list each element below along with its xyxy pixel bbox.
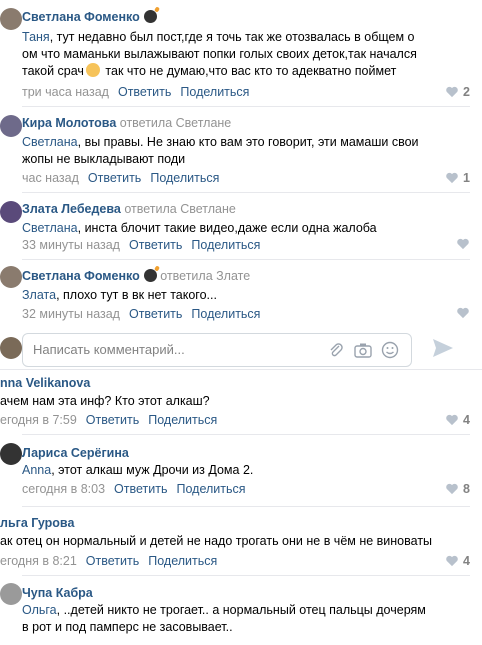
like-button[interactable] <box>456 238 470 250</box>
reply-link[interactable]: Ответить <box>118 85 171 99</box>
comment-text: Ольга, ..детей никто не трогает.. а норм… <box>22 603 426 634</box>
camera-icon[interactable] <box>354 342 372 358</box>
divider <box>0 369 482 370</box>
share-link[interactable]: Поделиться <box>150 171 219 185</box>
comment-time[interactable]: егодня в 7:59 <box>0 413 77 427</box>
comment-author[interactable]: Злата Лебедева ответила Светлане <box>22 202 236 216</box>
comment-author[interactable]: Светлана Фоменко <box>22 10 157 24</box>
comment-author[interactable]: nna Velikanova <box>0 376 90 390</box>
paperclip-icon[interactable] <box>328 342 344 358</box>
replied-to[interactable]: ответила Злате <box>160 269 250 283</box>
comment-author[interactable]: Лариса Серёгина <box>22 446 129 460</box>
divider <box>22 259 470 260</box>
comment-input[interactable]: Написать комментарий... <box>22 333 412 367</box>
comment-author[interactable]: льга Гурова <box>0 516 74 530</box>
heart-icon <box>457 238 469 250</box>
comment-time[interactable]: егодня в 8:21 <box>0 554 77 568</box>
heart-icon <box>446 555 458 567</box>
heart-icon <box>446 483 458 495</box>
like-count: 4 <box>463 554 470 568</box>
comment-meta: 33 минуты назад Ответить Поделиться <box>22 238 260 252</box>
divider <box>22 434 470 435</box>
divider <box>22 506 470 507</box>
like-count: 8 <box>463 482 470 496</box>
comment-author[interactable]: Светлана Фоменко ответила Злате <box>22 269 250 283</box>
reply-link[interactable]: Ответить <box>88 171 141 185</box>
like-count: 2 <box>463 85 470 99</box>
heart-icon <box>446 172 458 184</box>
reply-link[interactable]: Ответить <box>86 413 139 427</box>
comment-time[interactable]: 33 минуты назад <box>22 238 120 252</box>
divider <box>22 575 470 576</box>
reply-link[interactable]: Ответить <box>129 238 182 252</box>
divider <box>22 192 470 193</box>
heart-icon <box>457 307 469 319</box>
comment-meta: егодня в 8:21 Ответить Поделиться <box>0 554 217 568</box>
share-link[interactable]: Поделиться <box>191 238 260 252</box>
divider <box>22 106 470 107</box>
like-count: 4 <box>463 413 470 427</box>
like-button[interactable]: 4 <box>445 413 470 427</box>
comment-text: Светлана, вы правы. Не знаю кто вам это … <box>22 135 419 166</box>
reply-link[interactable]: Ответить <box>114 482 167 496</box>
mention-link[interactable]: Светлана <box>22 135 78 149</box>
mention-link[interactable]: Злата <box>22 288 56 302</box>
mention-link[interactable]: Ольга <box>22 603 57 617</box>
share-link[interactable]: Поделиться <box>191 307 260 321</box>
replied-to[interactable]: ответила Светлане <box>120 116 231 130</box>
avatar[interactable] <box>0 266 22 288</box>
like-count: 1 <box>463 171 470 185</box>
avatar[interactable] <box>0 201 22 223</box>
smile-icon[interactable] <box>381 341 399 359</box>
comment-text: Злата, плохо тут в вк нет такого... <box>22 288 217 302</box>
reply-link[interactable]: Ответить <box>86 554 139 568</box>
reply-link[interactable]: Ответить <box>129 307 182 321</box>
like-button[interactable] <box>456 307 470 319</box>
comment-author[interactable]: Кира Молотова ответила Светлане <box>22 116 231 130</box>
heart-icon <box>446 414 458 426</box>
avatar[interactable] <box>0 8 22 30</box>
my-avatar <box>0 337 22 359</box>
comment-meta: три часа назад Ответить Поделиться <box>22 85 249 99</box>
comment-meta: егодня в 7:59 Ответить Поделиться <box>0 413 217 427</box>
bomb-emoji-icon <box>143 10 157 23</box>
share-link[interactable]: Поделиться <box>180 85 249 99</box>
like-button[interactable]: 1 <box>445 171 470 185</box>
comment-text: ачем нам эта инф? Кто этот алкаш? <box>0 394 210 408</box>
avatar[interactable] <box>0 443 22 465</box>
comment-input-placeholder: Написать комментарий... <box>33 342 185 357</box>
comment-time[interactable]: три часа назад <box>22 85 109 99</box>
avatar[interactable] <box>0 115 22 137</box>
mention-link[interactable]: Anna <box>22 463 51 477</box>
comment-time[interactable]: час назад <box>22 171 79 185</box>
comment-text: Светлана, инста блочит такие видео,даже … <box>22 221 377 235</box>
comment-time[interactable]: 32 минуты назад <box>22 307 120 321</box>
mention-link[interactable]: Таня <box>22 30 50 44</box>
like-button[interactable]: 2 <box>445 85 470 99</box>
share-link[interactable]: Поделиться <box>176 482 245 496</box>
comment-text: ак отец он нормальный и детей не надо тр… <box>0 534 433 548</box>
like-button[interactable]: 8 <box>445 482 470 496</box>
heart-icon <box>446 86 458 98</box>
comment-author[interactable]: Чупа Кабра <box>22 586 93 600</box>
comment-meta: сегодня в 8:03 Ответить Поделиться <box>22 482 246 496</box>
mention-link[interactable]: Светлана <box>22 221 78 235</box>
send-icon[interactable] <box>432 338 454 358</box>
comment-text: Таня, тут недавно был пост,где я точь та… <box>22 30 417 78</box>
avatar[interactable] <box>0 583 22 605</box>
comment-text: Anna, этот алкаш муж Дрочи из Дома 2. <box>22 463 254 477</box>
comment-meta: час назад Ответить Поделиться <box>22 171 219 185</box>
bomb-emoji-icon <box>143 269 157 282</box>
comment-time[interactable]: сегодня в 8:03 <box>22 482 105 496</box>
worker-emoji-icon <box>85 63 100 77</box>
like-button[interactable]: 4 <box>445 554 470 568</box>
share-link[interactable]: Поделиться <box>148 554 217 568</box>
replied-to[interactable]: ответила Светлане <box>124 202 235 216</box>
comment-meta: 32 минуты назад Ответить Поделиться <box>22 307 260 321</box>
share-link[interactable]: Поделиться <box>148 413 217 427</box>
